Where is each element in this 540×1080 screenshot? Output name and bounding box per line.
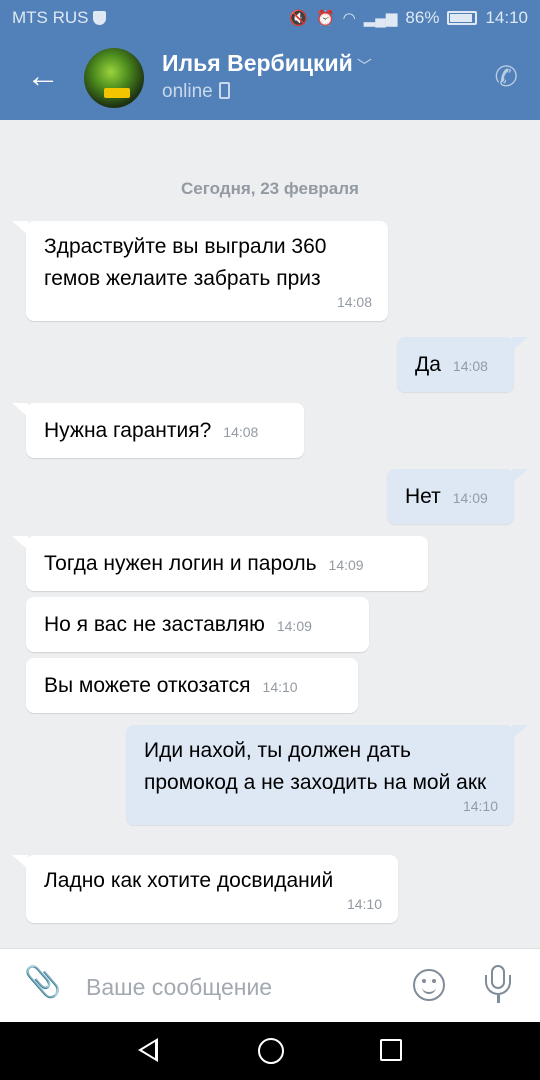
message-time: 14:08 xyxy=(452,358,488,374)
message-time: 14:08 xyxy=(336,294,372,310)
message-incoming[interactable]: Нужна гарантия? 14:08 xyxy=(12,403,304,458)
nav-back-icon[interactable] xyxy=(138,1038,158,1062)
status-bar: MTS RUS 🔇 ⏰ ◠ ▂▄▆ 86% 14:10 xyxy=(0,0,540,36)
battery-percent: 86% xyxy=(405,8,440,27)
message-text: Но я вас не заставляю xyxy=(44,613,265,636)
smile-icon[interactable] xyxy=(413,969,445,1001)
paperclip-icon[interactable]: 📎 xyxy=(24,965,61,1000)
microphone-icon[interactable] xyxy=(485,965,511,1005)
message-time: 14:08 xyxy=(223,424,259,440)
alarm-icon: ⏰ xyxy=(315,10,335,27)
message-incoming[interactable]: Ладно как хотите досвиданий 14:10 xyxy=(12,855,398,923)
chat-header: ← Илья Вербицкий ﹀ online ✆ xyxy=(0,36,540,120)
message-time: 14:10 xyxy=(346,896,382,912)
message-time: 14:09 xyxy=(328,557,364,573)
message-text: Тогда нужен логин и пароль xyxy=(44,552,317,575)
signal-icon: ▂▄▆ xyxy=(363,10,398,27)
nav-recents-icon[interactable] xyxy=(380,1039,402,1061)
message-text: Нужна гарантия? xyxy=(44,419,212,442)
message-incoming[interactable]: Вы можете откозатся 14:10 xyxy=(26,658,358,713)
back-arrow-icon[interactable]: ← xyxy=(26,56,60,96)
clock: 14:10 xyxy=(485,8,528,27)
message-text: Иди нахой, ты должен дать промокод а не … xyxy=(144,739,487,794)
message-time: 14:09 xyxy=(276,618,312,634)
message-time: 14:10 xyxy=(262,679,298,695)
shield-icon xyxy=(93,11,106,25)
contact-status: online xyxy=(162,81,230,103)
message-input[interactable] xyxy=(86,971,386,1003)
message-text: Ладно как хотите досвиданий xyxy=(44,869,334,892)
wifi-icon: ◠ xyxy=(342,10,356,27)
message-text: Да xyxy=(415,353,441,376)
message-outgoing[interactable]: Нет 14:09 xyxy=(387,469,528,524)
message-time: 14:10 xyxy=(462,798,498,814)
top-bar: MTS RUS 🔇 ⏰ ◠ ▂▄▆ 86% 14:10 ← Илья Верби… xyxy=(0,0,540,120)
message-incoming[interactable]: Тогда нужен логин и пароль 14:09 xyxy=(12,536,428,591)
phone-icon[interactable]: ✆ xyxy=(495,60,518,93)
message-outgoing[interactable]: Иди нахой, ты должен дать промокод а не … xyxy=(126,725,528,825)
date-separator: Сегодня, 23 февраля xyxy=(181,179,359,198)
message-text: Нет xyxy=(405,485,441,508)
mobile-device-icon xyxy=(218,82,230,99)
message-composer: 📎 xyxy=(0,948,540,1022)
contact-name[interactable]: Илья Вербицкий ﹀ xyxy=(162,50,372,77)
system-nav-bar xyxy=(0,1022,540,1080)
message-outgoing[interactable]: Да 14:08 xyxy=(397,337,528,392)
battery-icon xyxy=(447,11,478,25)
chevron-down-icon: ﹀ xyxy=(356,58,372,75)
message-incoming[interactable]: Но я вас не заставляю 14:09 xyxy=(26,597,369,652)
avatar[interactable] xyxy=(84,48,144,108)
message-text: Вы можете откозатся xyxy=(44,674,251,697)
mute-icon: 🔇 xyxy=(289,10,308,27)
message-incoming[interactable]: Здраствуйте вы выграли 360 гемов желаите… xyxy=(12,221,388,321)
message-time: 14:09 xyxy=(452,490,488,506)
message-text: Здраствуйте вы выграли 360 гемов желаите… xyxy=(44,235,327,290)
nav-home-icon[interactable] xyxy=(258,1038,284,1064)
carrier-label: MTS RUS xyxy=(12,8,89,27)
